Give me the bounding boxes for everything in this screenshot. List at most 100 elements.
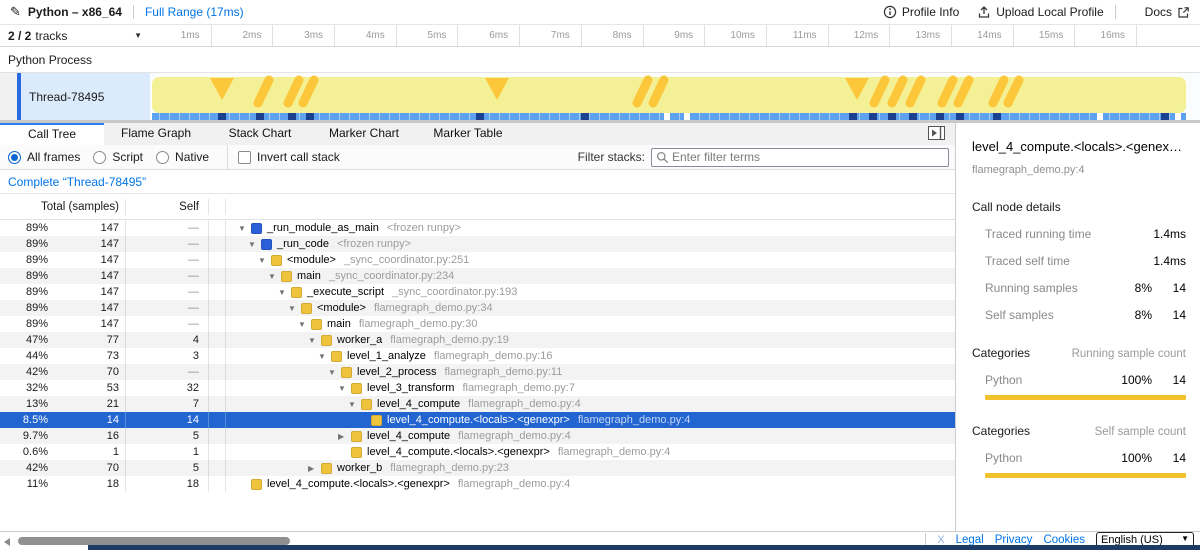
filter-search-box[interactable]: [651, 148, 949, 167]
call-tree-row[interactable]: 42%70—▼level_2_processflamegraph_demo.py…: [0, 364, 955, 380]
upload-profile-button[interactable]: Upload Local Profile: [977, 5, 1103, 19]
tab-marker-chart[interactable]: Marker Chart: [312, 123, 416, 145]
python-category-icon: [251, 479, 262, 490]
file-location: <frozen runpy>: [387, 222, 461, 234]
thread-label[interactable]: Thread-78495: [21, 73, 150, 120]
row-self-samples: —: [126, 222, 208, 234]
call-tree-row[interactable]: 89%147—▼mainflamegraph_demo.py:30: [0, 316, 955, 332]
full-range-link[interactable]: Full Range (17ms): [145, 5, 244, 19]
python-category-icon: [351, 383, 362, 394]
footer-link-privacy[interactable]: Privacy: [995, 534, 1033, 546]
call-tree-row[interactable]: 89%147—▼main_sync_coordinator.py:234: [0, 268, 955, 284]
row-self-samples: 5: [126, 462, 208, 474]
breadcrumb-complete-thread[interactable]: Complete “Thread-78495”: [8, 175, 146, 189]
function-name: level_4_compute.<locals>.<genexpr>: [367, 446, 550, 458]
invert-call-stack-checkbox[interactable]: Invert call stack: [238, 150, 340, 164]
collapse-arrow-icon[interactable]: ▼: [328, 368, 341, 377]
tab-call-tree[interactable]: Call Tree: [0, 123, 104, 145]
expand-arrow-icon[interactable]: ▶: [338, 432, 351, 441]
radio-native[interactable]: Native: [156, 150, 209, 164]
filter-stacks-label: Filter stacks:: [578, 150, 645, 164]
tab-marker-table[interactable]: Marker Table: [416, 123, 520, 145]
thread-track[interactable]: Thread-78495: [0, 73, 1200, 120]
ruler-tick-label: 8ms: [613, 30, 632, 41]
stat-percent: 8%: [1106, 308, 1152, 322]
call-tree-row[interactable]: 13%217▼level_4_computeflamegraph_demo.py…: [0, 396, 955, 412]
call-tree-row[interactable]: 47%774▼worker_aflamegraph_demo.py:19: [0, 332, 955, 348]
radio-all-frames[interactable]: All frames: [8, 150, 80, 164]
category-group: CategoriesRunning sample countPython100%…: [972, 346, 1186, 400]
expand-arrow-icon[interactable]: ▶: [308, 464, 321, 473]
collapse-arrow-icon[interactable]: ▼: [348, 400, 361, 409]
header-divider: [133, 5, 134, 19]
call-tree-row[interactable]: 89%147—▼<module>flamegraph_demo.py:34: [0, 300, 955, 316]
docs-link[interactable]: Docs: [1145, 5, 1190, 19]
call-tree-row[interactable]: 89%147—▼_run_module_as_main<frozen runpy…: [0, 220, 955, 236]
call-tree-row[interactable]: 32%5332▼level_3_transformflamegraph_demo…: [0, 380, 955, 396]
python-category-icon: [301, 303, 312, 314]
collapse-arrow-icon[interactable]: ▼: [298, 320, 311, 329]
tracks-dropdown[interactable]: 2 / 2 tracks ▼: [0, 25, 150, 46]
collapse-arrow-icon[interactable]: ▼: [268, 272, 281, 281]
scroll-left-arrow[interactable]: [4, 538, 10, 546]
column-total-samples[interactable]: Total (samples): [0, 201, 125, 213]
collapse-arrow-icon[interactable]: ▼: [288, 304, 301, 313]
python-category-icon: [311, 319, 322, 330]
column-self[interactable]: Self: [126, 201, 208, 213]
footer-link-x[interactable]: X: [937, 534, 944, 546]
profile-info-button[interactable]: Profile Info: [883, 5, 959, 19]
edit-profile-name-icon[interactable]: ✎: [10, 4, 21, 20]
footer-link-legal[interactable]: Legal: [956, 534, 984, 546]
column-divider: [208, 428, 209, 444]
call-tree-row[interactable]: 11%1818level_4_compute.<locals>.<genexpr…: [0, 476, 955, 492]
python-category-icon: [351, 431, 362, 442]
call-tree-row[interactable]: 89%147—▼_execute_script_sync_coordinator…: [0, 284, 955, 300]
collapse-arrow-icon[interactable]: ▼: [308, 336, 321, 345]
call-tree-row[interactable]: 42%705▶worker_bflamegraph_demo.py:23: [0, 460, 955, 476]
row-total-percent: 89%: [0, 238, 50, 250]
function-name: <module>: [287, 254, 336, 266]
row-total-percent: 9.7%: [0, 430, 50, 442]
category-name: Python: [985, 451, 1106, 465]
category-value: 14: [1152, 373, 1186, 387]
collapse-arrow-icon[interactable]: ▼: [238, 224, 251, 233]
column-divider: [208, 332, 209, 348]
ruler-tick: 6ms: [458, 25, 520, 46]
breadcrumb: Complete “Thread-78495”: [0, 170, 955, 194]
category-group: CategoriesSelf sample countPython100%14: [972, 424, 1186, 478]
python-category-icon: [331, 351, 342, 362]
call-tree-row[interactable]: 44%733▼level_1_analyzeflamegraph_demo.py…: [0, 348, 955, 364]
radio-script[interactable]: Script: [93, 150, 143, 164]
filter-search-input[interactable]: [672, 150, 944, 164]
call-tree-row[interactable]: 9.7%165▶level_4_computeflamegraph_demo.p…: [0, 428, 955, 444]
call-tree-row[interactable]: 0.6%11level_4_compute.<locals>.<genexpr>…: [0, 444, 955, 460]
function-name: worker_a: [337, 334, 382, 346]
collapse-arrow-icon[interactable]: ▼: [278, 288, 291, 297]
row-function-cell: ▶worker_bflamegraph_demo.py:23: [226, 462, 955, 474]
native-category-icon: [261, 239, 272, 250]
collapse-arrow-icon[interactable]: ▼: [338, 384, 351, 393]
call-tree-row[interactable]: 89%147—▼_run_code<frozen runpy>: [0, 236, 955, 252]
collapse-arrow-icon[interactable]: ▼: [258, 256, 271, 265]
horizontal-scrollbar-thumb[interactable]: [18, 537, 290, 545]
row-total-samples: 16: [50, 430, 125, 442]
tab-stack-chart[interactable]: Stack Chart: [208, 123, 312, 145]
collapse-arrow-icon[interactable]: ▼: [248, 240, 261, 249]
checkbox-icon: [238, 151, 251, 164]
row-function-cell: level_4_compute.<locals>.<genexpr>flameg…: [226, 446, 955, 458]
row-function-cell: ▼level_3_transformflamegraph_demo.py:7: [226, 382, 955, 394]
radio-button-icon: [8, 151, 21, 164]
sidebar-toggle-button[interactable]: [928, 126, 946, 141]
ruler-tick: 3ms: [273, 25, 335, 46]
row-total-percent: 13%: [0, 398, 50, 410]
thread-track-graph[interactable]: [150, 73, 1200, 120]
python-category-icon: [371, 415, 382, 426]
timeline-ruler[interactable]: 1ms2ms3ms4ms5ms6ms7ms8ms9ms10ms11ms12ms1…: [150, 25, 1200, 46]
call-tree-row[interactable]: 89%147—▼<module>_sync_coordinator.py:251: [0, 252, 955, 268]
process-track-header[interactable]: Python Process: [0, 47, 1200, 73]
collapse-arrow-icon[interactable]: ▼: [318, 352, 331, 361]
footer-link-cookies[interactable]: Cookies: [1043, 534, 1085, 546]
call-tree-row[interactable]: 8.5%1414level_4_compute.<locals>.<genexp…: [0, 412, 955, 428]
ruler-tick-label: 9ms: [674, 30, 693, 41]
tab-flame-graph[interactable]: Flame Graph: [104, 123, 208, 145]
